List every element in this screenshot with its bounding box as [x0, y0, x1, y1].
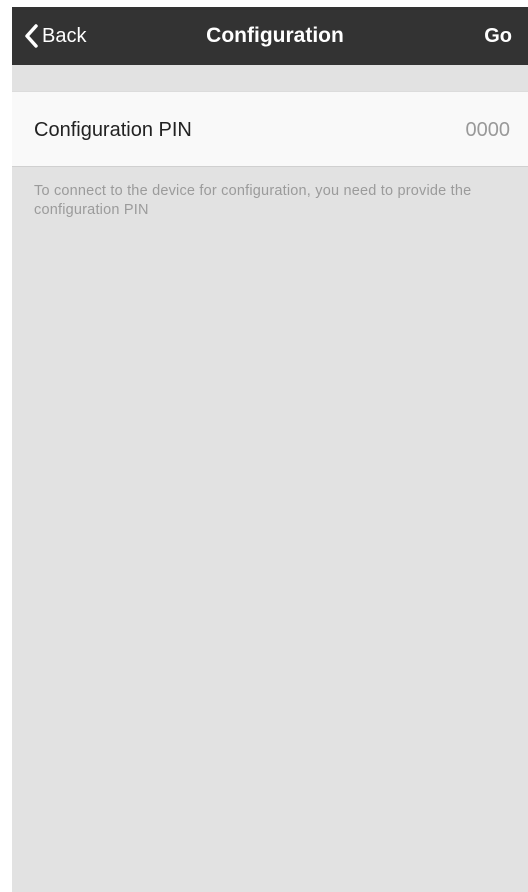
section-spacer [12, 65, 528, 91]
section-footnote: To connect to the device for configurati… [34, 183, 472, 218]
page-title-container: Configuration [12, 7, 528, 65]
configuration-pin-value: 0000 [465, 119, 511, 141]
page-title: Configuration [206, 24, 344, 47]
screen: Back Configuration Go Configuration PIN … [12, 7, 528, 892]
back-button[interactable]: Back [24, 7, 86, 65]
back-label: Back [42, 24, 87, 47]
go-button[interactable]: Go [484, 7, 512, 65]
configuration-pin-row[interactable]: Configuration PIN 0000 [12, 91, 528, 167]
chevron-left-icon [24, 24, 38, 48]
navigation-bar: Back Configuration Go [12, 7, 528, 65]
configuration-pin-label: Configuration PIN [34, 119, 192, 141]
